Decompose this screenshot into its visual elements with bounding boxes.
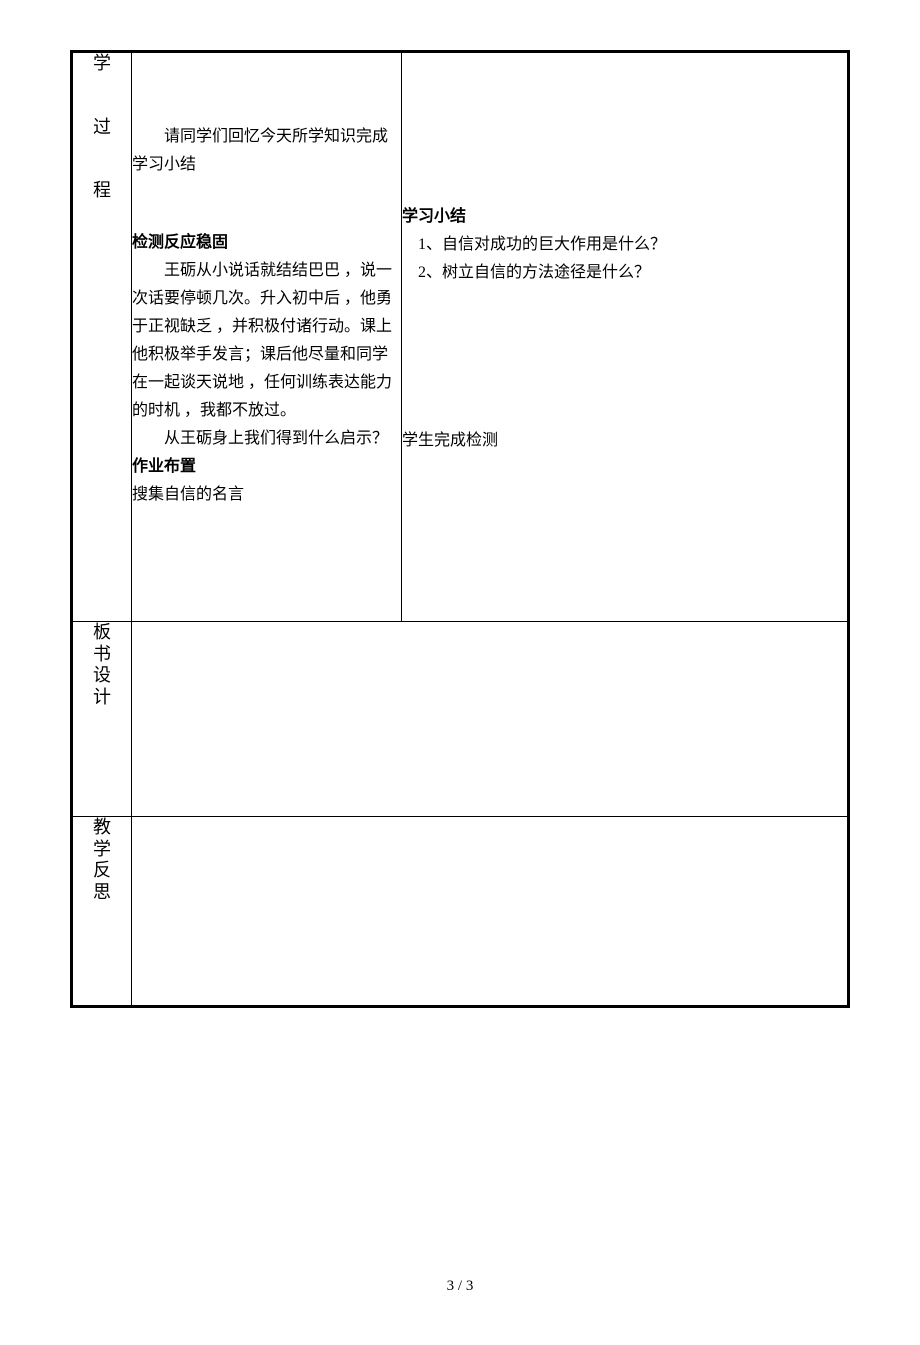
summary-item-2: 2、树立自信的方法途径是什么？ (402, 259, 847, 287)
detection-title: 检测反应稳固 (132, 229, 401, 257)
label-char: 教 (93, 817, 111, 839)
detection-body-1: 王砺从小说话就结结巴巴 ，说一次话要停顿几次。升入初中后 ，他勇于正视缺乏 ，并… (132, 257, 401, 425)
label-char: 计 (93, 687, 111, 709)
label-char: 反 (93, 860, 111, 882)
detection-body-2: 从王砺身上我们得到什么启示？ (132, 425, 401, 453)
process-right-cell: 学习小结 1、自信对成功的巨大作用是什么？ 2、树立自信的方法途径是什么？ 学生… (402, 52, 849, 622)
page-number: 3 / 3 (70, 1278, 850, 1295)
label-char: 程 (93, 180, 111, 202)
label-char: 设 (93, 665, 111, 687)
label-char: 板 (93, 622, 111, 644)
label-char: 过 (93, 117, 111, 139)
homework-body: 搜集自信的名言 (132, 481, 401, 509)
label-char: 学 (93, 839, 111, 861)
process-left-cell: 请同学们回忆今天所学知识完成学习小结 检测反应稳固 王砺从小说话就结结巴巴 ，说… (132, 52, 402, 622)
summary-item-1: 1、自信对成功的巨大作用是什么？ (402, 231, 847, 259)
row-label-reflection: 教 学 反 思 (72, 817, 132, 1007)
label-char: 思 (93, 882, 111, 904)
lesson-plan-table: 学 过 程 请同学们回忆今天所学知识完成学习小结 检测反应稳固 王砺从小说话就结… (70, 50, 850, 1008)
row-label-process: 学 过 程 (72, 52, 132, 622)
row-label-board: 板 书 设 计 (72, 622, 132, 817)
label-char: 学 (93, 53, 111, 75)
label-char: 书 (93, 644, 111, 666)
reflection-content-cell (132, 817, 849, 1007)
complete-detection: 学生完成检测 (402, 427, 847, 455)
summary-title: 学习小结 (402, 203, 847, 231)
recall-intro: 请同学们回忆今天所学知识完成学习小结 (132, 123, 401, 179)
board-content-cell (132, 622, 849, 817)
homework-title: 作业布置 (132, 453, 401, 481)
